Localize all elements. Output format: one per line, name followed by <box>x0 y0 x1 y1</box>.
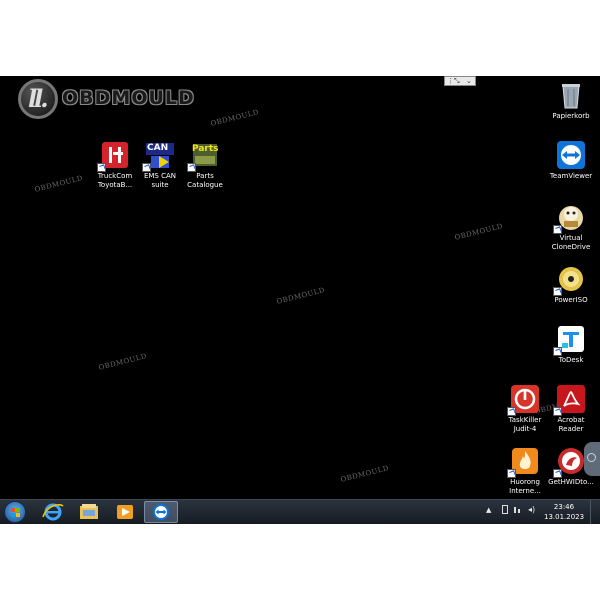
network-icon[interactable] <box>514 507 516 513</box>
desktop-icon-parts-catalogue[interactable]: Parts Parts Catalogue <box>177 140 233 190</box>
network-bars-icon <box>518 509 520 513</box>
logo-text: OBDMOULD <box>62 87 195 109</box>
icon-label: Parts Catalogue <box>187 172 223 189</box>
icon-label: TeamViewer <box>549 172 593 180</box>
obdmould-logo: ll. OBDMOULD <box>18 79 218 123</box>
show-desktop-button[interactable] <box>590 500 600 524</box>
huorong-icon <box>507 446 540 478</box>
shortcut-arrow-icon <box>507 469 516 478</box>
desktop-icon-acrobat-reader[interactable]: Acrobat Reader <box>543 384 599 434</box>
gethwid-icon <box>553 446 586 478</box>
desktop-icon-todesk[interactable]: ToDesk <box>543 324 599 365</box>
watermark-text: OBDMOULD <box>453 222 504 242</box>
shortcut-arrow-icon <box>553 407 562 416</box>
volume-icon[interactable]: ◂) <box>528 505 535 514</box>
shortcut-arrow-icon <box>553 225 562 234</box>
parts-catalogue-icon: Parts <box>187 140 220 172</box>
collapsed-toolbar[interactable]: ⋮ ⤡ ⌄ <box>444 76 476 86</box>
icon-label: Acrobat Reader <box>557 416 585 433</box>
watermark-text: OBDMOULD <box>339 464 390 484</box>
chevron-down-icon[interactable]: ⌄ <box>466 77 472 85</box>
poweriso-icon <box>553 264 586 296</box>
taskbar-internet-explorer[interactable] <box>38 501 68 523</box>
taskbar-media-player[interactable] <box>110 501 140 523</box>
desktop-icon-papierkorb[interactable]: Papierkorb <box>543 80 599 121</box>
icon-label: ToDesk <box>558 356 584 364</box>
internet-explorer-icon <box>42 503 64 521</box>
watermark-text: OBDMOULD <box>97 352 148 372</box>
ems-can-icon: CAN <box>142 140 175 172</box>
teamviewer-taskbar-icon <box>153 504 169 520</box>
media-player-icon <box>117 505 133 519</box>
file-explorer-icon <box>80 504 98 519</box>
taskbar-teamviewer[interactable] <box>144 501 178 523</box>
taskbar-clock[interactable]: 23:46 13.01.2023 <box>544 502 584 522</box>
clock-time: 23:46 <box>553 503 575 511</box>
shortcut-arrow-icon <box>553 469 562 478</box>
watermark-text: OBDMOULD <box>275 286 326 306</box>
icon-label: GetHWIDto... <box>548 478 594 486</box>
grip-icon: ⋮ <box>447 77 454 85</box>
desktop-icon-poweriso[interactable]: PowerISO <box>543 264 599 305</box>
logo-mark: ll. <box>18 79 58 119</box>
todesk-icon <box>553 324 586 356</box>
virtual-clonedrive-icon <box>553 202 586 234</box>
taskbar-file-explorer[interactable] <box>74 501 104 523</box>
taskbar: ▲ ◂) 23:46 13.01.2023 <box>0 499 600 524</box>
tray-overflow-button[interactable]: ▲ <box>486 506 491 514</box>
icon-label: Virtual CloneDrive <box>551 234 591 251</box>
shortcut-arrow-icon <box>553 287 562 296</box>
clock-date: 13.01.2023 <box>544 513 585 521</box>
start-button[interactable] <box>4 501 26 523</box>
teamviewer-icon <box>556 140 586 170</box>
side-panel-tab[interactable] <box>584 442 600 476</box>
recycle-bin-icon <box>556 80 586 110</box>
watermark-text: OBDMOULD <box>33 174 84 194</box>
desktop-icon-virtual-clonedrive[interactable]: Virtual CloneDrive <box>543 202 599 252</box>
desktop[interactable]: ll. OBDMOULD OBDMOULD OBDMOULD OBDMOULD … <box>0 76 600 524</box>
desktop-icon-teamviewer[interactable]: TeamViewer <box>543 140 599 181</box>
taskkiller-icon <box>507 384 540 416</box>
acrobat-reader-icon <box>553 384 586 416</box>
icon-label: PowerISO <box>554 296 588 304</box>
panel-toggle-icon <box>587 453 596 462</box>
icon-label: Papierkorb <box>552 112 590 120</box>
shortcut-arrow-icon <box>553 347 562 356</box>
shortcut-arrow-icon <box>97 163 106 172</box>
truckcom-icon <box>97 140 130 172</box>
shortcut-arrow-icon <box>507 407 516 416</box>
restore-icon[interactable]: ⤡ <box>454 77 460 85</box>
shortcut-arrow-icon <box>142 163 151 172</box>
shortcut-arrow-icon <box>187 163 196 172</box>
battery-icon[interactable] <box>502 505 508 514</box>
